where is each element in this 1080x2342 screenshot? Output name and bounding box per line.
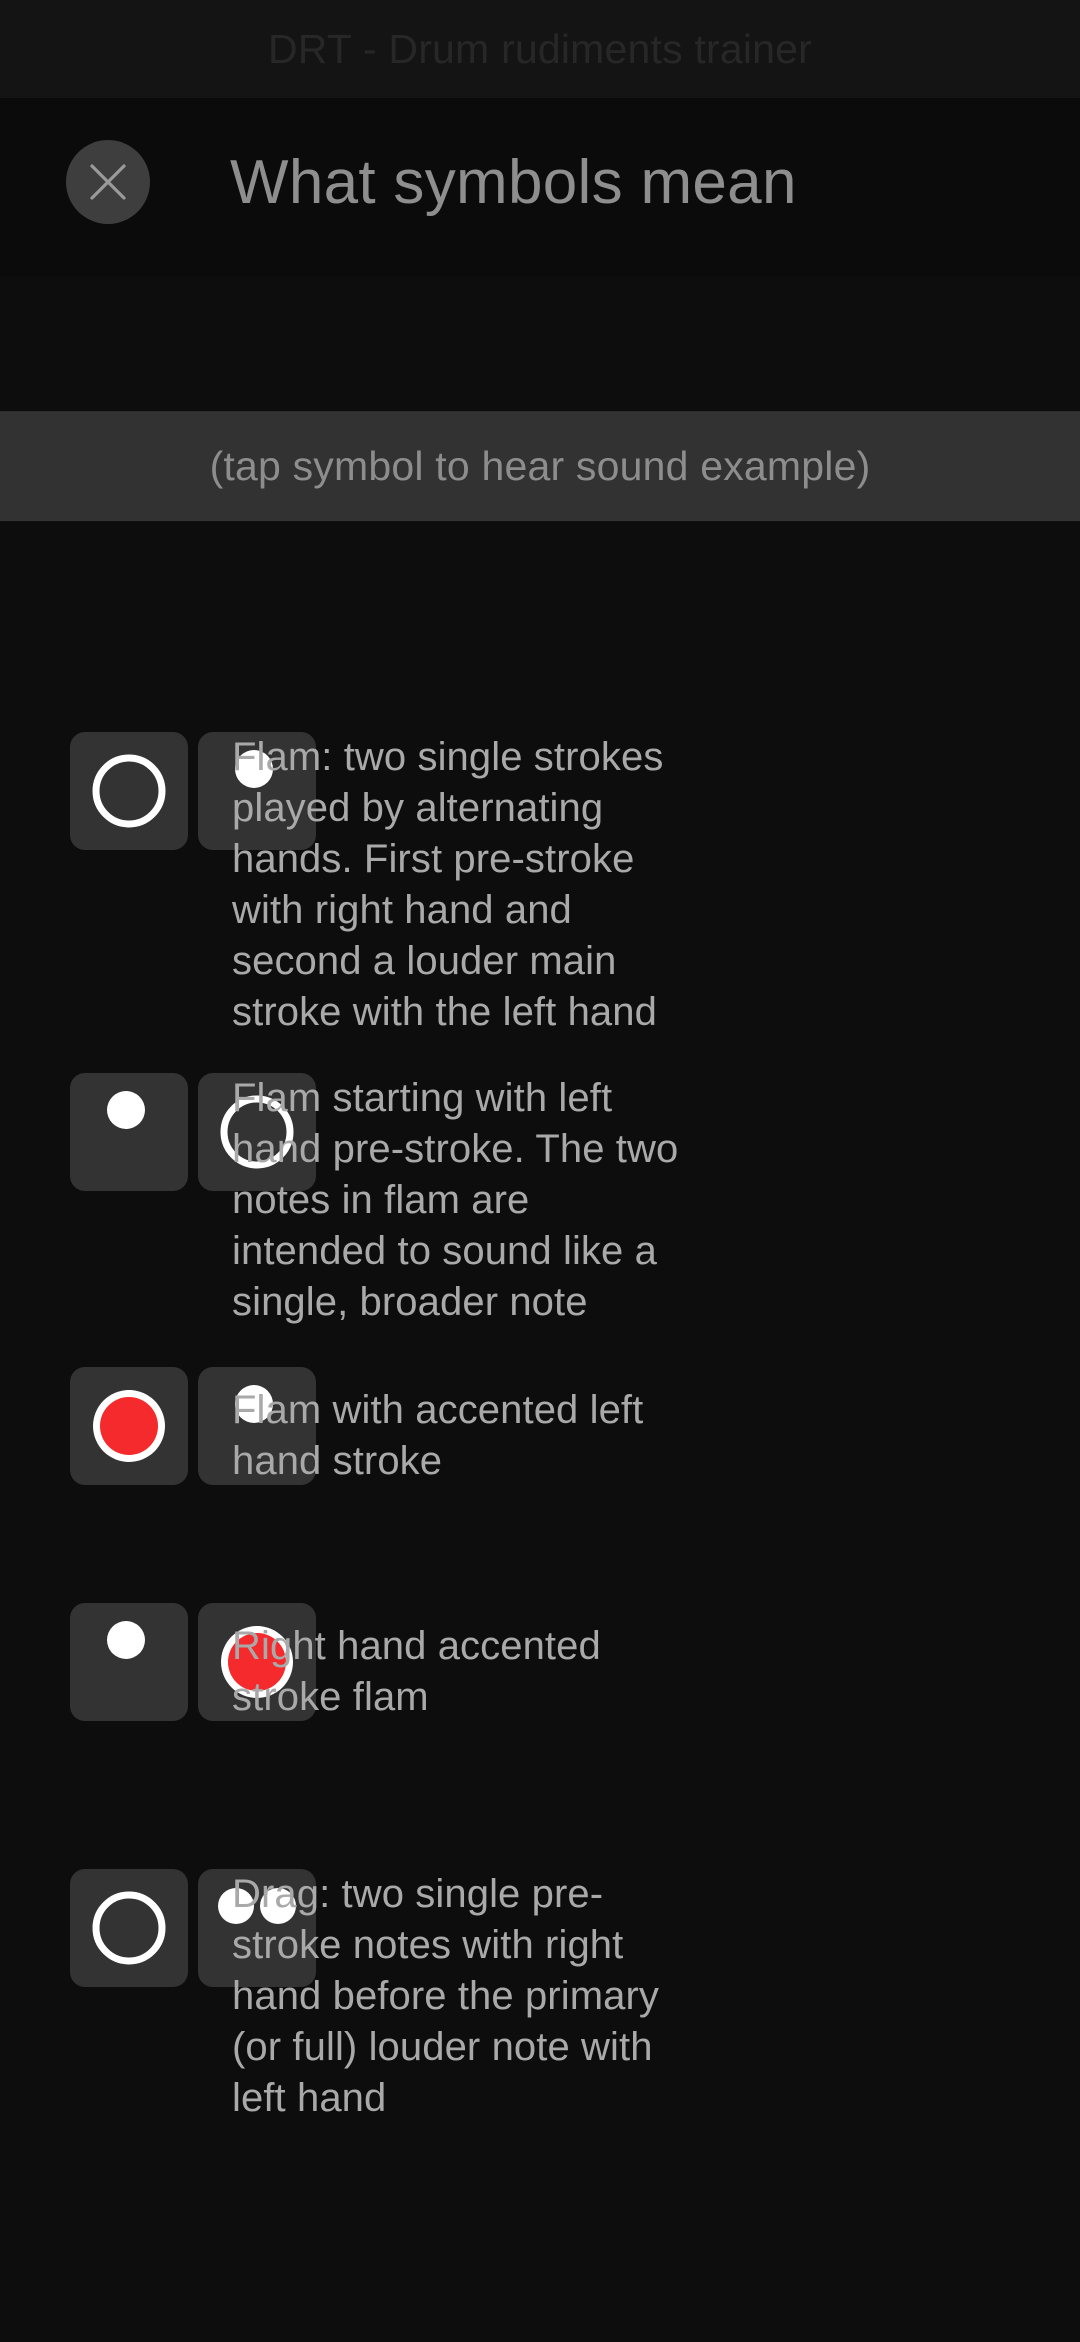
symbol-description: Flam with accented left hand stroke (232, 1388, 644, 1483)
legend-row: Right hand accented stroke flam (0, 1603, 1080, 1721)
symbol-description: Drag: two single pre-stroke notes with r… (232, 1872, 659, 2120)
symbol-tile-small-dot[interactable] (70, 1603, 188, 1721)
app-title-bar: DRT - Drum rudiments trainer (0, 0, 1080, 99)
symbol-tile-small-dot[interactable] (70, 1073, 188, 1191)
close-button[interactable] (66, 140, 150, 224)
legend-row: Flam with accented left hand stroke (0, 1367, 1080, 1485)
close-icon (84, 158, 132, 206)
hint-text: (tap symbol to hear sound example) (209, 443, 871, 489)
screen-root: DRT - Drum rudiments trainer What symbol… (0, 0, 1080, 2342)
legend-row: Flam starting with left hand pre-stroke.… (0, 943, 1080, 1324)
symbol-tile-hollow-circle[interactable] (70, 1869, 188, 1987)
page-title: What symbols mean (230, 148, 797, 217)
symbol-description: Right hand accented stroke flam (232, 1624, 601, 1719)
dialog-header: What symbols mean (0, 99, 1080, 276)
legend-row: Flam: two single strokes played by alter… (0, 577, 1080, 1034)
symbol-legend-list: Flam: two single strokes played by alter… (0, 523, 1080, 2342)
symbol-tile-hollow-circle[interactable] (70, 732, 188, 850)
hint-banner: (tap symbol to hear sound example) (0, 411, 1080, 522)
symbol-description: Flam starting with left hand pre-stroke.… (232, 1076, 679, 1324)
legend-row: Drag: two single pre-stroke notes with r… (0, 1839, 1080, 2120)
app-title: DRT - Drum rudiments trainer (267, 25, 813, 72)
symbol-tile-red-accent-circle[interactable] (70, 1367, 188, 1485)
